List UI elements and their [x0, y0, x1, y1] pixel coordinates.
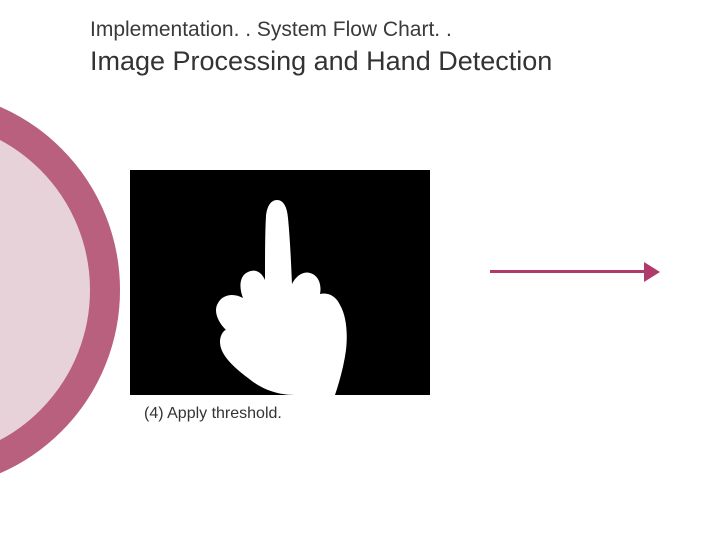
slide-header: Implementation. . System Flow Chart. . I…: [90, 18, 690, 137]
flow-arrow: [490, 262, 660, 282]
figure-area: (4) Apply threshold.: [130, 170, 430, 423]
slide-supertitle: Implementation. . System Flow Chart. .: [90, 18, 690, 42]
figure-caption: (4) Apply threshold.: [144, 405, 430, 423]
slide-title: Image Processing and Hand Detection: [90, 46, 690, 77]
threshold-image: [130, 170, 430, 395]
decor-circle-ring: [0, 90, 120, 490]
arrow-line: [490, 270, 645, 273]
arrow-head-icon: [644, 262, 660, 282]
hand-silhouette-icon: [130, 170, 430, 395]
